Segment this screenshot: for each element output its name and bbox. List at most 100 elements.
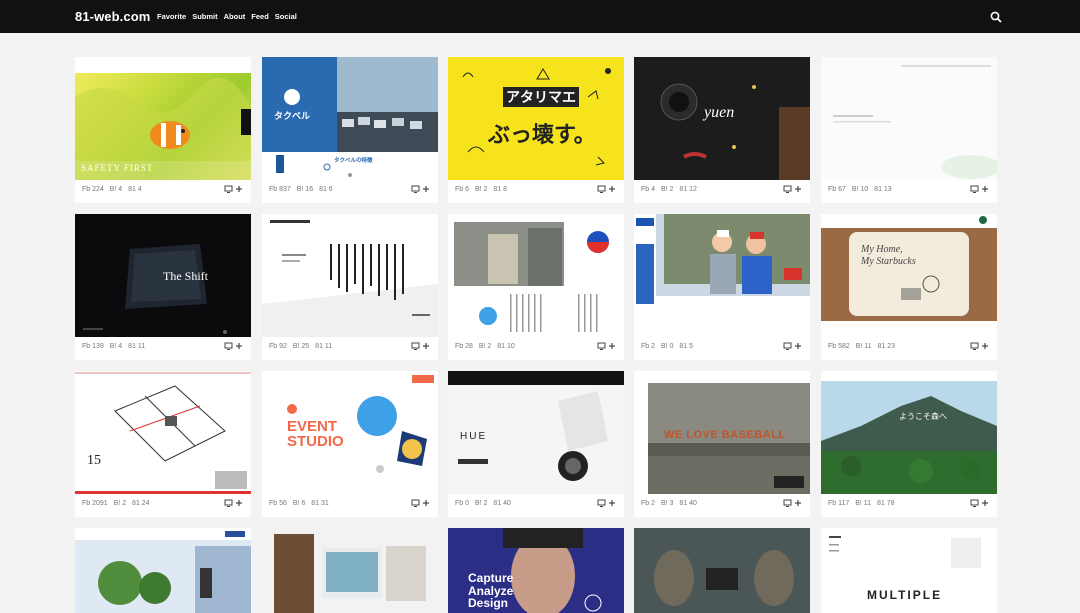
search-icon[interactable] bbox=[990, 11, 1002, 23]
thumbnail-art bbox=[448, 214, 624, 337]
facebook-count: Fb 837 bbox=[269, 186, 291, 193]
card-stats: Fb 117 B! 11 81 78 bbox=[828, 500, 899, 507]
plus-icon bbox=[795, 186, 801, 192]
facebook-count: Fb 28 bbox=[455, 343, 473, 350]
site-thumbnail[interactable]: SAFETY FIRST bbox=[75, 57, 251, 180]
site-thumbnail[interactable] bbox=[634, 528, 810, 613]
site-thumbnail[interactable]: MULTIPLE bbox=[821, 528, 997, 613]
site-thumbnail[interactable] bbox=[634, 214, 810, 337]
site-thumbnail[interactable]: ようこそ森へ bbox=[821, 371, 997, 494]
card-actions[interactable] bbox=[783, 499, 803, 508]
card-actions[interactable] bbox=[597, 499, 617, 508]
site-thumbnail[interactable]: Capture Analyze Design bbox=[448, 528, 624, 613]
site-thumbnail[interactable]: HUE bbox=[448, 371, 624, 494]
thumb-title: EVENT STUDIO bbox=[287, 418, 344, 450]
plus-icon bbox=[423, 500, 429, 506]
site-thumbnail[interactable] bbox=[448, 214, 624, 337]
site-card[interactable]: Fb 28 B! 2 81 10 bbox=[448, 214, 624, 360]
nav-about[interactable]: About bbox=[224, 12, 246, 21]
nav-social[interactable]: Social bbox=[275, 12, 297, 21]
81-count: 81 10 bbox=[497, 343, 515, 350]
site-thumbnail[interactable]: yuen bbox=[634, 57, 810, 180]
thumbnail-art bbox=[75, 57, 251, 180]
site-card[interactable]: Fb 92 B! 25 81 11 bbox=[262, 214, 438, 360]
site-thumbnail[interactable]: My Home, My Starbucks bbox=[821, 214, 997, 337]
hatena-count: B! 2 bbox=[474, 500, 488, 507]
thumb-subtitle: タクベルの特徴 bbox=[334, 158, 373, 164]
hatena-count: B! 11 bbox=[855, 343, 872, 350]
card-actions[interactable] bbox=[411, 185, 431, 194]
card-actions[interactable] bbox=[597, 342, 617, 351]
site-card[interactable]: アタリマエ ぶっ壊す。 Fb 6 B! 2 81 8 bbox=[448, 57, 624, 203]
plus-icon bbox=[982, 500, 988, 506]
81-count: 81 12 bbox=[679, 186, 697, 193]
card-stats: Fb 2 B! 3 81 40 bbox=[641, 500, 701, 507]
hatena-count: B! 25 bbox=[292, 343, 310, 350]
thumbnail-art bbox=[262, 214, 438, 337]
hatena-count: B! 4 bbox=[109, 186, 123, 193]
81-count: 81 31 bbox=[311, 500, 329, 507]
site-card[interactable]: Fb 2 B! 0 81 5 bbox=[634, 214, 810, 360]
site-card[interactable]: Capture Analyze Design bbox=[448, 528, 624, 613]
site-card[interactable] bbox=[634, 528, 810, 613]
site-thumbnail[interactable]: EVENT STUDIO bbox=[262, 371, 438, 494]
site-card[interactable]: ようこそ森へ Fb 117 B! 11 81 78 bbox=[821, 371, 997, 517]
site-thumbnail[interactable] bbox=[75, 528, 251, 613]
81-count: 81 40 bbox=[679, 500, 697, 507]
thumb-title: MULTIPLE bbox=[867, 588, 943, 602]
site-thumbnail[interactable] bbox=[821, 57, 997, 180]
nav-submit[interactable]: Submit bbox=[192, 12, 217, 21]
site-thumbnail[interactable]: WE LOVE BASEBALL bbox=[634, 371, 810, 494]
site-card[interactable]: The Shift Fb 139 B! 4 81 11 bbox=[75, 214, 251, 360]
hatena-count: B! 2 bbox=[660, 186, 674, 193]
hatena-count: B! 10 bbox=[851, 186, 869, 193]
card-actions[interactable] bbox=[783, 342, 803, 351]
plus-icon bbox=[423, 343, 429, 349]
site-thumbnail[interactable] bbox=[262, 214, 438, 337]
display-icon bbox=[783, 185, 792, 193]
site-thumbnail[interactable]: 15 bbox=[75, 371, 251, 494]
site-thumbnail[interactable]: The Shift bbox=[75, 214, 251, 337]
site-card[interactable]: タクベル タクベルの特徴 Fb 837 B! 16 81 6 bbox=[262, 57, 438, 203]
card-actions[interactable] bbox=[970, 185, 990, 194]
facebook-count: Fb 92 bbox=[269, 343, 287, 350]
card-actions[interactable] bbox=[783, 185, 803, 194]
site-card[interactable]: HUE Fb 0 B! 2 81 40 bbox=[448, 371, 624, 517]
site-card[interactable] bbox=[75, 528, 251, 613]
card-actions[interactable] bbox=[970, 499, 990, 508]
display-icon bbox=[970, 342, 979, 350]
card-actions[interactable] bbox=[224, 342, 244, 351]
card-actions[interactable] bbox=[411, 499, 431, 508]
site-thumbnail[interactable]: タクベル タクベルの特徴 bbox=[262, 57, 438, 180]
card-stats: Fb 56 B! 6 81 31 bbox=[269, 500, 333, 507]
card-stats: Fb 224 B! 4 81 4 bbox=[82, 186, 146, 193]
card-actions[interactable] bbox=[224, 499, 244, 508]
nav-favorite[interactable]: Favorite bbox=[157, 12, 186, 21]
hatena-count: B! 11 bbox=[855, 500, 872, 507]
site-thumbnail[interactable]: アタリマエ ぶっ壊す。 bbox=[448, 57, 624, 180]
site-logo[interactable]: 81-web.com bbox=[75, 9, 150, 24]
card-stats: Fb 2091 B! 2 81 24 bbox=[82, 500, 154, 507]
site-card[interactable]: My Home, My Starbucks Fb 582 B! 11 81 23 bbox=[821, 214, 997, 360]
site-card[interactable]: MULTIPLE bbox=[821, 528, 997, 613]
card-actions[interactable] bbox=[224, 185, 244, 194]
card-actions[interactable] bbox=[597, 185, 617, 194]
site-card[interactable]: 15 Fb 2091 B! 2 81 24 bbox=[75, 371, 251, 517]
site-thumbnail[interactable] bbox=[262, 528, 438, 613]
site-card[interactable]: SAFETY FIRST Fb 224 B! 4 81 4 bbox=[75, 57, 251, 203]
site-card[interactable]: yuen Fb 4 B! 2 81 12 bbox=[634, 57, 810, 203]
site-card[interactable]: WE LOVE BASEBALL Fb 2 B! 3 81 40 bbox=[634, 371, 810, 517]
card-actions[interactable] bbox=[411, 342, 431, 351]
thumb-title: HUE bbox=[460, 431, 488, 442]
thumb-title: SAFETY FIRST bbox=[81, 163, 154, 173]
site-card[interactable] bbox=[262, 528, 438, 613]
81-count: 81 5 bbox=[679, 343, 693, 350]
card-stats: Fb 139 B! 4 81 11 bbox=[82, 343, 149, 350]
display-icon bbox=[597, 185, 606, 193]
nav-feed[interactable]: Feed bbox=[251, 12, 269, 21]
site-card[interactable]: EVENT STUDIO Fb 56 B! 6 81 31 bbox=[262, 371, 438, 517]
hatena-count: B! 4 bbox=[109, 343, 123, 350]
card-actions[interactable] bbox=[970, 342, 990, 351]
thumb-title: タクベル bbox=[274, 111, 311, 121]
site-card[interactable]: Fb 67 B! 10 81 13 bbox=[821, 57, 997, 203]
